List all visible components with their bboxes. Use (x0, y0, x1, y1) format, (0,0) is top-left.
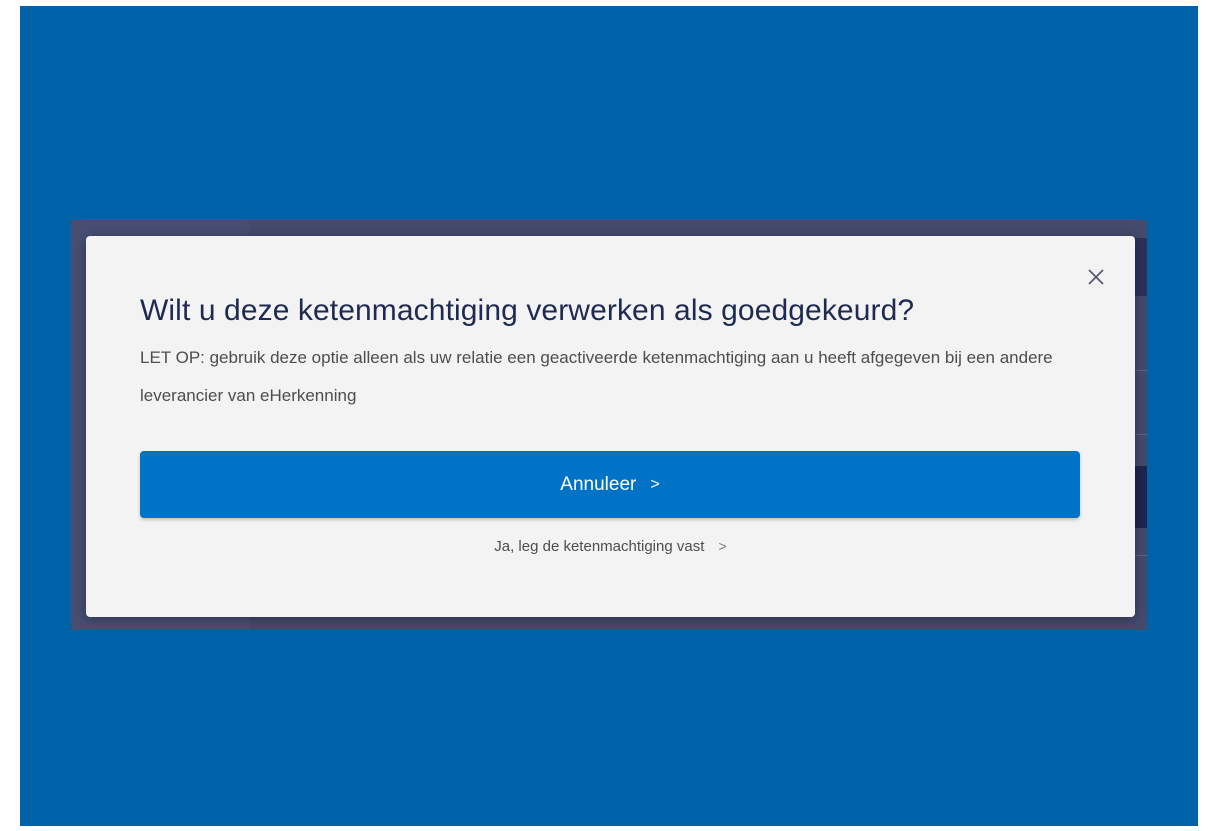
dialog-title: Wilt u deze ketenmachtiging verwerken al… (140, 294, 915, 327)
dialog-message: LET OP: gebruik deze optie alleen als uw… (140, 348, 1053, 405)
confirm-chain-authorization-link[interactable]: Ja, leg de ketenmachtiging vast > (86, 538, 1135, 555)
chevron-right-icon: > (718, 538, 727, 554)
cancel-button[interactable]: Annuleer > (140, 451, 1080, 518)
app-background: Wilt u deze ketenmachtiging verwerken al… (20, 6, 1198, 826)
cancel-button-label: Annuleer (560, 473, 637, 495)
confirm-dialog: Wilt u deze ketenmachtiging verwerken al… (86, 236, 1135, 617)
close-icon[interactable] (1085, 266, 1107, 288)
chevron-right-icon: > (650, 475, 660, 493)
confirm-link-label: Ja, leg de ketenmachtiging vast (494, 538, 705, 555)
